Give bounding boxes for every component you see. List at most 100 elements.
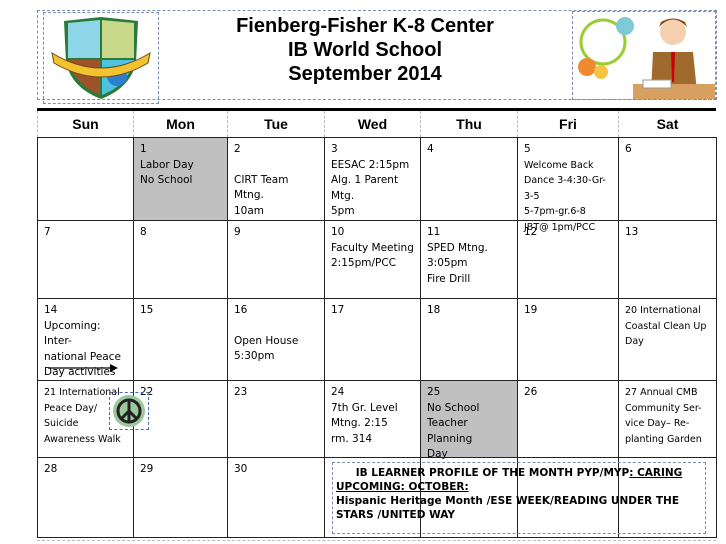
calendar-day-cell[interactable]: 1 Labor Day No School — [133, 137, 228, 221]
calendar-day-cell[interactable]: 4 — [420, 137, 518, 221]
event-text: vice Day– Re- — [625, 418, 690, 429]
day-header-wed: Wed — [324, 111, 420, 137]
day-number: 19 — [524, 304, 538, 316]
day-header-sat: Sat — [618, 111, 716, 137]
calendar-day-cell[interactable]: 18 — [420, 298, 518, 381]
upcoming-events: Hispanic Heritage Month /ESE WEEK/READIN… — [336, 495, 679, 521]
event-text: Dance 3-4:30-Gr-3-5 — [524, 175, 606, 202]
day-number: 2 — [234, 143, 241, 155]
event-text: Fire Drill — [427, 272, 471, 285]
event-text: planting Garden — [625, 433, 702, 445]
event-text: national Peace — [44, 350, 121, 363]
day-number: 6 — [625, 143, 632, 155]
calendar-day-cell[interactable]: 13 — [618, 220, 717, 299]
calendar-day-cell[interactable]: 20 International Coastal Clean Up Day — [618, 298, 717, 381]
day-header-sun: Sun — [37, 111, 133, 137]
day-number: 15 — [140, 304, 154, 316]
event-text: rm. 314 — [331, 432, 373, 445]
event-text: Teacher Planning — [427, 417, 473, 445]
month-year: September 2014 — [288, 63, 442, 85]
day-header-thu: Thu — [420, 111, 517, 137]
calendar-day-cell[interactable]: 26 — [517, 380, 619, 458]
day-number: 14 — [44, 304, 58, 316]
day-number: 1 — [140, 143, 147, 155]
event-text: Open House — [234, 334, 299, 347]
calendar-day-cell[interactable]: 30 — [227, 457, 325, 538]
learner-profile-label: IB LEARNER PROFILE OF THE MONTH PYP/MYP — [355, 467, 630, 479]
day-number: 8 — [140, 226, 147, 238]
event-text: SPED Mtng. — [427, 241, 488, 254]
calendar-day-cell[interactable]: 7 — [37, 220, 134, 299]
event-text: 5-7pm-gr.6-8 — [524, 206, 586, 217]
event-text: Community Ser- — [625, 402, 702, 414]
event-text — [234, 158, 318, 173]
event-text: CIRT Team Mtng. — [234, 173, 289, 202]
event-text: Labor Day — [140, 158, 194, 171]
calendar-day-cell[interactable]: 11 SPED Mtng. 3:05pm Fire Drill — [420, 220, 518, 299]
day-number: 9 — [234, 226, 241, 238]
footer-divider — [37, 540, 716, 542]
calendar-day-cell[interactable]: 16 Open House 5:30pm — [227, 298, 325, 381]
event-text: 5pm — [331, 205, 355, 217]
event-text: No School — [427, 401, 480, 414]
day-number: 24 — [331, 386, 345, 398]
day-number: 10 — [331, 226, 345, 238]
day-header-fri: Fri — [517, 111, 618, 137]
calendar-day-cell[interactable]: 9 — [227, 220, 325, 299]
event-text: Alg. 1 Parent Mtg. — [331, 174, 399, 202]
calendar-day-cell[interactable]: 3 EESAC 2:15pm Alg. 1 Parent Mtg. 5pm — [324, 137, 421, 221]
day-number: 4 — [427, 143, 434, 155]
day-number: 22 — [140, 386, 154, 398]
school-name: Fienberg-Fisher K-8 Center — [236, 15, 494, 37]
calendar-day-cell[interactable]: 27 Annual CMB Community Ser-vice Day– Re-… — [618, 380, 717, 458]
student-thinking-illustration — [572, 11, 716, 100]
day-number: 28 — [44, 463, 58, 475]
event-text: Mtng. 2:15 — [331, 417, 388, 429]
day-number: 27 Annual CMB — [625, 387, 698, 398]
day-number: 13 — [625, 226, 639, 238]
day-number: 17 — [331, 304, 345, 316]
day-number: 16 — [234, 304, 248, 316]
day-number: 18 — [427, 304, 441, 316]
calendar-day-cell[interactable]: 29 — [133, 457, 228, 538]
event-text: 5:30pm — [234, 350, 275, 362]
calendar-day-cell[interactable]: 15 — [133, 298, 228, 381]
calendar-day-cell[interactable]: 12 — [517, 220, 619, 299]
calendar-day-cell[interactable] — [37, 137, 134, 221]
day-header-mon: Mon — [133, 111, 227, 137]
day-number: 5 — [524, 143, 531, 155]
day-number: 30 — [234, 463, 248, 475]
school-crest-logo — [43, 12, 159, 104]
calendar-day-cell[interactable]: 17 — [324, 298, 421, 381]
event-text: 2:15pm/PCC — [331, 257, 397, 269]
day-number: 26 — [524, 386, 538, 398]
day-number: 11 — [427, 226, 441, 238]
calendar-day-cell[interactable]: 10 Faculty Meeting 2:15pm/PCC — [324, 220, 421, 299]
calendar-day-cell[interactable]: 19 — [517, 298, 619, 381]
calendar-day-cell[interactable]: 8 — [133, 220, 228, 299]
arrow-right-icon — [48, 364, 118, 372]
event-text: No School — [140, 174, 193, 186]
event-text: Upcoming: Inter- — [44, 319, 101, 348]
calendar-day-cell[interactable]: 23 — [227, 380, 325, 458]
calendar-day-cell[interactable]: 24 7th Gr. Level Mtng. 2:15 rm. 314 — [324, 380, 421, 458]
event-text: Welcome Back — [524, 159, 594, 171]
calendar-day-cell[interactable]: 25 No School Teacher Planning Day — [420, 380, 518, 460]
day-number: 20 International — [625, 305, 701, 316]
calendar-day-cell[interactable]: 2 CIRT Team Mtng. 10am — [227, 137, 325, 221]
learner-profile-value: : CARING — [629, 467, 683, 479]
calendar-day-cell[interactable]: 6 — [618, 137, 717, 221]
day-number: 7 — [44, 226, 51, 238]
event-text: Faculty Meeting — [331, 241, 414, 254]
event-text: Day — [625, 336, 644, 347]
learner-profile-banner: IB LEARNER PROFILE OF THE MONTH PYP/MYP:… — [332, 462, 706, 534]
day-header-tue: Tue — [227, 111, 324, 137]
calendar-day-cell[interactable]: 28 — [37, 457, 134, 538]
event-text: 10am — [234, 204, 265, 217]
day-number: 23 — [234, 386, 248, 398]
event-text: Awareness Walk — [44, 433, 121, 445]
calendar-title: Fienberg-Fisher K-8 Center IB World Scho… — [160, 14, 570, 86]
calendar-day-cell[interactable]: 5 Welcome Back Dance 3-4:30-Gr-3-5 5-7pm-gr… — [517, 137, 619, 233]
event-text: 7th Gr. Level — [331, 401, 398, 414]
upcoming-label: UPCOMING: OCTOBER: — [336, 481, 469, 493]
